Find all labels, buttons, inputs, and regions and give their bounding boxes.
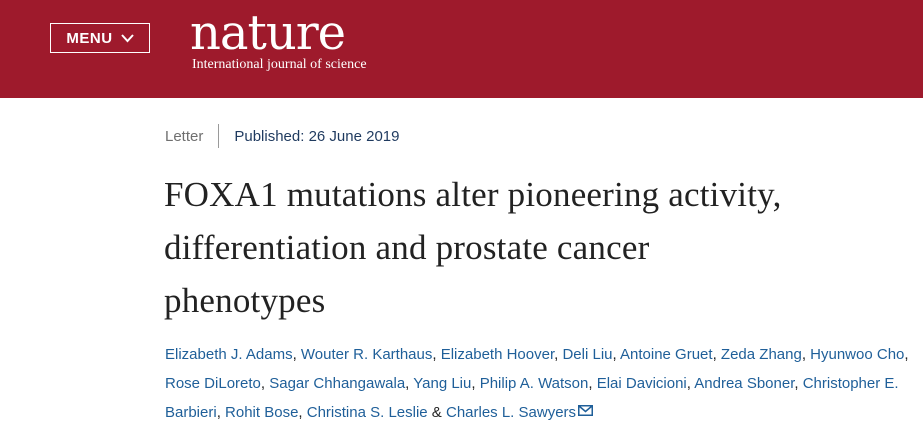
menu-label: MENU [66, 29, 113, 47]
site-header: MENU nature International journal of sci… [0, 0, 923, 98]
chevron-down-icon [120, 33, 134, 42]
logo-tagline: International journal of science [192, 57, 367, 72]
published-date: Published: 26 June 2019 [234, 127, 400, 145]
article-title: FOXA1 mutations alter pioneering activit… [164, 168, 923, 327]
article-meta: Letter Published: 26 June 2019 [165, 124, 400, 148]
meta-divider [218, 124, 220, 148]
author-link[interactable]: Wouter R. Karthaus [301, 346, 432, 363]
author-link[interactable]: Elizabeth Hoover [441, 346, 554, 363]
author-link[interactable]: Philip A. Watson [480, 375, 589, 392]
menu-button[interactable]: MENU [50, 23, 150, 53]
author-link[interactable]: Hyunwoo Cho [810, 346, 904, 363]
envelope-icon[interactable] [578, 405, 594, 416]
author-link[interactable]: Yang Liu [413, 375, 471, 392]
author-link[interactable]: Rose DiLoreto [165, 375, 261, 392]
author-list: Elizabeth J. Adams, Wouter R. Karthaus, … [165, 346, 909, 421]
author-link[interactable]: Antoine Gruet [620, 346, 713, 363]
author-link[interactable]: Charles L. Sawyers [446, 404, 576, 421]
logo-wordmark: nature [190, 5, 346, 61]
author-link[interactable]: Elai Davicioni [597, 375, 687, 392]
author-link[interactable]: Andrea Sboner [694, 375, 794, 392]
title-line: differentiation and prostate cancer [164, 228, 650, 267]
nature-logo[interactable]: nature International journal of science [190, 6, 367, 72]
author-link[interactable]: Deli Liu [562, 346, 612, 363]
author-link[interactable]: Sagar Chhangawala [269, 375, 405, 392]
title-line: FOXA1 mutations alter pioneering activit… [164, 175, 782, 214]
title-line: phenotypes [164, 281, 326, 320]
author-link[interactable]: Elizabeth J. Adams [165, 346, 293, 363]
author-link[interactable]: Rohit Bose [225, 404, 298, 421]
author-link[interactable]: Christina S. Leslie [307, 404, 428, 421]
article-type: Letter [165, 127, 204, 145]
author-link[interactable]: Zeda Zhang [721, 346, 802, 363]
